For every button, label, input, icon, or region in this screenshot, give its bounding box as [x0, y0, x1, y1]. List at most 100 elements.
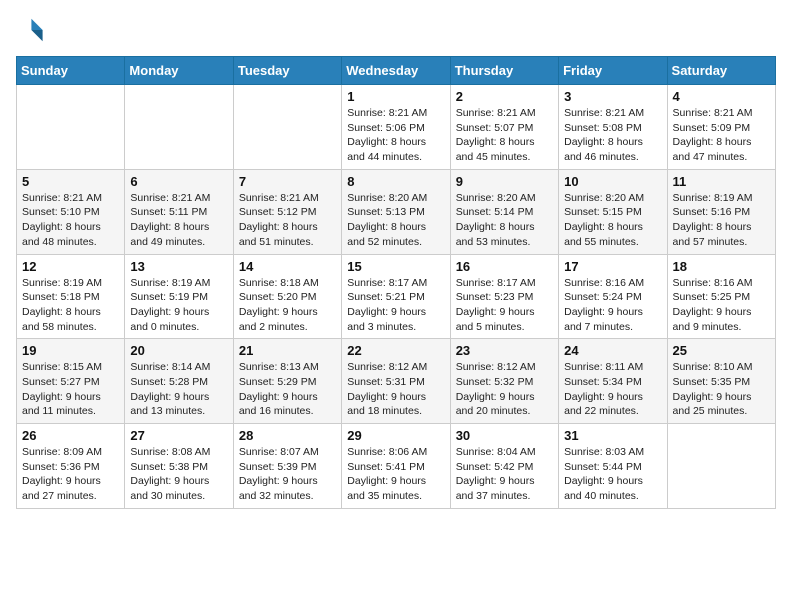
logo-icon — [16, 16, 44, 44]
day-number: 25 — [673, 343, 770, 358]
day-number: 9 — [456, 174, 553, 189]
calendar-cell: 26 Sunrise: 8:09 AMSunset: 5:36 PMDayligh… — [17, 424, 125, 509]
calendar-cell: 1 Sunrise: 8:21 AMSunset: 5:06 PMDaylight… — [342, 85, 450, 170]
calendar-cell: 14 Sunrise: 8:18 AMSunset: 5:20 PMDayligh… — [233, 254, 341, 339]
day-number: 24 — [564, 343, 661, 358]
day-number: 11 — [673, 174, 770, 189]
day-number: 4 — [673, 89, 770, 104]
day-info: Sunrise: 8:11 AMSunset: 5:34 PMDaylight:… — [564, 360, 661, 419]
day-number: 29 — [347, 428, 444, 443]
calendar-cell: 15 Sunrise: 8:17 AMSunset: 5:21 PMDayligh… — [342, 254, 450, 339]
day-info: Sunrise: 8:20 AMSunset: 5:13 PMDaylight:… — [347, 191, 444, 250]
day-info: Sunrise: 8:19 AMSunset: 5:19 PMDaylight:… — [130, 276, 227, 335]
day-number: 1 — [347, 89, 444, 104]
calendar-cell: 28Sunrise: 8:07 AMSunset: 5:39 PMDayligh… — [233, 424, 341, 509]
day-info: Sunrise: 8:17 AMSunset: 5:21 PMDaylight:… — [347, 276, 444, 335]
day-number: 28 — [239, 428, 336, 443]
calendar-cell: 21Sunrise: 8:13 AMSunset: 5:29 PMDayligh… — [233, 339, 341, 424]
day-info: Sunrise: 8:16 AMSunset: 5:25 PMDaylight:… — [673, 276, 770, 335]
week-row-2: 5Sunrise: 8:21 AMSunset: 5:10 PMDaylight… — [17, 169, 776, 254]
day-number: 17 — [564, 259, 661, 274]
day-number: 7 — [239, 174, 336, 189]
week-row-5: 26 Sunrise: 8:09 AMSunset: 5:36 PMDayligh… — [17, 424, 776, 509]
calendar-cell: 24 Sunrise: 8:11 AMSunset: 5:34 PMDayligh… — [559, 339, 667, 424]
day-number: 12 — [22, 259, 119, 274]
day-info: Sunrise: 8:04 AMSunset: 5:42 PMDaylight:… — [456, 445, 553, 504]
header — [16, 16, 776, 44]
day-number: 20 — [130, 343, 227, 358]
calendar-cell: 27 Sunrise: 8:08 AMSunset: 5:38 PMDayligh… — [125, 424, 233, 509]
day-info: Sunrise: 8:10 AMSunset: 5:35 PMDaylight:… — [673, 360, 770, 419]
calendar-cell: 25 Sunrise: 8:10 AMSunset: 5:35 PMDayligh… — [667, 339, 775, 424]
calendar-cell: 9Sunrise: 8:20 AMSunset: 5:14 PMDaylight… — [450, 169, 558, 254]
day-info: Sunrise: 8:21 AMSunset: 5:12 PMDaylight:… — [239, 191, 336, 250]
calendar-cell: 7 Sunrise: 8:21 AMSunset: 5:12 PMDaylight… — [233, 169, 341, 254]
calendar-cell: 5Sunrise: 8:21 AMSunset: 5:10 PMDaylight… — [17, 169, 125, 254]
weekday-header-saturday: Saturday — [667, 57, 775, 85]
calendar-cell: 11 Sunrise: 8:19 AMSunset: 5:16 PMDayligh… — [667, 169, 775, 254]
day-info: Sunrise: 8:21 AMSunset: 5:09 PMDaylight:… — [673, 106, 770, 165]
calendar-cell: 12 Sunrise: 8:19 AMSunset: 5:18 PMDayligh… — [17, 254, 125, 339]
calendar-cell — [667, 424, 775, 509]
calendar-cell: 19 Sunrise: 8:15 AMSunset: 5:27 PMDayligh… — [17, 339, 125, 424]
day-info: Sunrise: 8:21 AMSunset: 5:11 PMDaylight:… — [130, 191, 227, 250]
calendar-cell: 29 Sunrise: 8:06 AMSunset: 5:41 PMDayligh… — [342, 424, 450, 509]
day-number: 6 — [130, 174, 227, 189]
logo — [16, 16, 48, 44]
day-info: Sunrise: 8:21 AMSunset: 5:08 PMDaylight:… — [564, 106, 661, 165]
weekday-header-wednesday: Wednesday — [342, 57, 450, 85]
week-row-4: 19 Sunrise: 8:15 AMSunset: 5:27 PMDayligh… — [17, 339, 776, 424]
day-number: 31 — [564, 428, 661, 443]
calendar-table: SundayMondayTuesdayWednesdayThursdayFrid… — [16, 56, 776, 509]
calendar-cell: 6 Sunrise: 8:21 AMSunset: 5:11 PMDaylight… — [125, 169, 233, 254]
weekday-header-tuesday: Tuesday — [233, 57, 341, 85]
day-info: Sunrise: 8:12 AMSunset: 5:31 PMDaylight:… — [347, 360, 444, 419]
weekday-header-friday: Friday — [559, 57, 667, 85]
calendar-cell — [17, 85, 125, 170]
day-info: Sunrise: 8:19 AMSunset: 5:18 PMDaylight:… — [22, 276, 119, 335]
day-info: Sunrise: 8:09 AMSunset: 5:36 PMDaylight:… — [22, 445, 119, 504]
day-number: 3 — [564, 89, 661, 104]
day-info: Sunrise: 8:14 AMSunset: 5:28 PMDaylight:… — [130, 360, 227, 419]
calendar-cell: 3 Sunrise: 8:21 AMSunset: 5:08 PMDaylight… — [559, 85, 667, 170]
day-number: 27 — [130, 428, 227, 443]
weekday-header-row: SundayMondayTuesdayWednesdayThursdayFrid… — [17, 57, 776, 85]
day-number: 15 — [347, 259, 444, 274]
calendar-cell: 22 Sunrise: 8:12 AMSunset: 5:31 PMDayligh… — [342, 339, 450, 424]
day-info: Sunrise: 8:15 AMSunset: 5:27 PMDaylight:… — [22, 360, 119, 419]
weekday-header-sunday: Sunday — [17, 57, 125, 85]
day-number: 13 — [130, 259, 227, 274]
day-number: 23 — [456, 343, 553, 358]
weekday-header-monday: Monday — [125, 57, 233, 85]
calendar-cell — [233, 85, 341, 170]
week-row-3: 12 Sunrise: 8:19 AMSunset: 5:18 PMDayligh… — [17, 254, 776, 339]
day-info: Sunrise: 8:21 AMSunset: 5:06 PMDaylight:… — [347, 106, 444, 165]
calendar-cell: 13 Sunrise: 8:19 AMSunset: 5:19 PMDayligh… — [125, 254, 233, 339]
day-info: Sunrise: 8:18 AMSunset: 5:20 PMDaylight:… — [239, 276, 336, 335]
day-info: Sunrise: 8:08 AMSunset: 5:38 PMDaylight:… — [130, 445, 227, 504]
calendar-cell: 10Sunrise: 8:20 AMSunset: 5:15 PMDayligh… — [559, 169, 667, 254]
calendar-cell — [125, 85, 233, 170]
calendar-cell: 2Sunrise: 8:21 AMSunset: 5:07 PMDaylight… — [450, 85, 558, 170]
day-info: Sunrise: 8:21 AMSunset: 5:10 PMDaylight:… — [22, 191, 119, 250]
day-number: 18 — [673, 259, 770, 274]
calendar-cell: 18 Sunrise: 8:16 AMSunset: 5:25 PMDayligh… — [667, 254, 775, 339]
day-info: Sunrise: 8:20 AMSunset: 5:15 PMDaylight:… — [564, 191, 661, 250]
calendar-cell: 20 Sunrise: 8:14 AMSunset: 5:28 PMDayligh… — [125, 339, 233, 424]
day-number: 26 — [22, 428, 119, 443]
day-number: 8 — [347, 174, 444, 189]
calendar-cell: 16Sunrise: 8:17 AMSunset: 5:23 PMDayligh… — [450, 254, 558, 339]
calendar-cell: 8 Sunrise: 8:20 AMSunset: 5:13 PMDaylight… — [342, 169, 450, 254]
day-number: 14 — [239, 259, 336, 274]
day-info: Sunrise: 8:03 AMSunset: 5:44 PMDaylight:… — [564, 445, 661, 504]
calendar-cell: 23Sunrise: 8:12 AMSunset: 5:32 PMDayligh… — [450, 339, 558, 424]
day-info: Sunrise: 8:06 AMSunset: 5:41 PMDaylight:… — [347, 445, 444, 504]
day-info: Sunrise: 8:17 AMSunset: 5:23 PMDaylight:… — [456, 276, 553, 335]
day-number: 19 — [22, 343, 119, 358]
day-number: 30 — [456, 428, 553, 443]
calendar-cell: 17Sunrise: 8:16 AMSunset: 5:24 PMDayligh… — [559, 254, 667, 339]
weekday-header-thursday: Thursday — [450, 57, 558, 85]
day-number: 2 — [456, 89, 553, 104]
day-number: 22 — [347, 343, 444, 358]
day-info: Sunrise: 8:19 AMSunset: 5:16 PMDaylight:… — [673, 191, 770, 250]
